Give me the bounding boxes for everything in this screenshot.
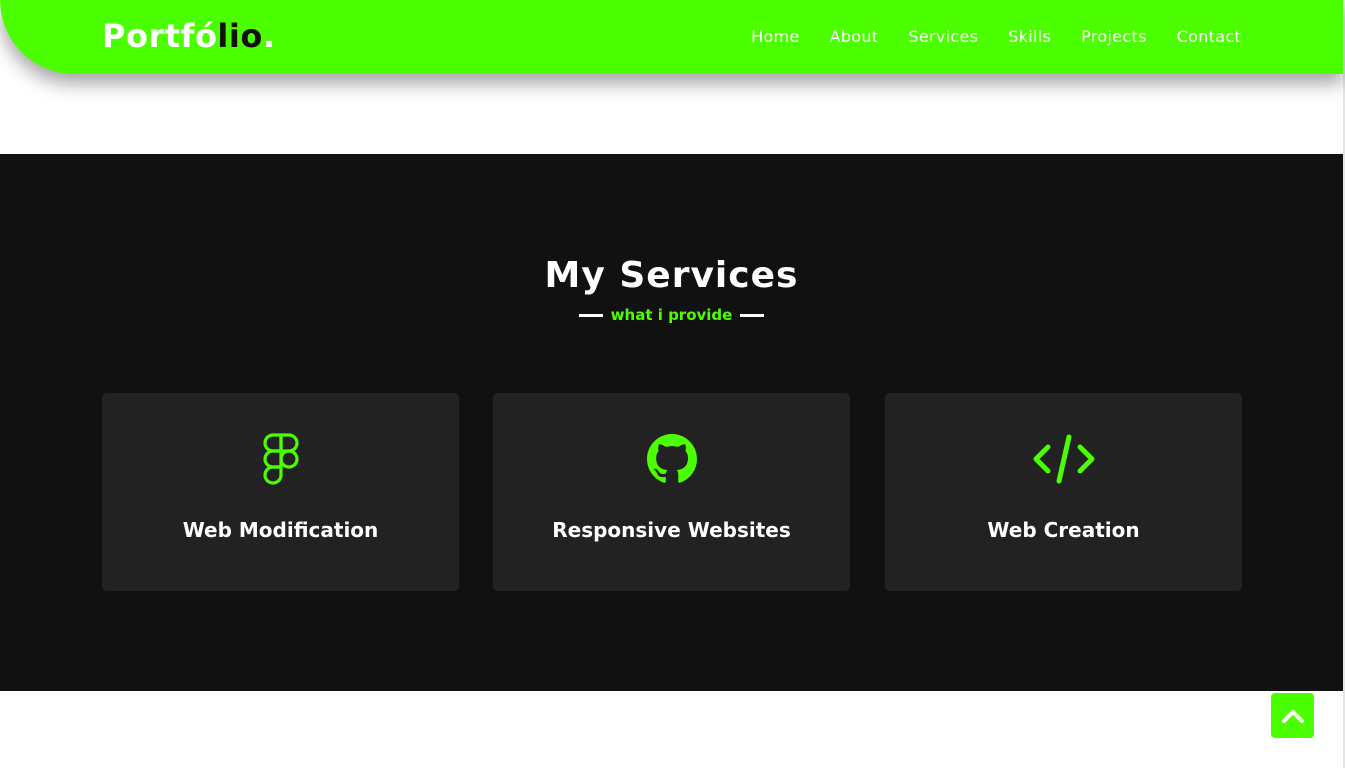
service-card-title: Web Creation	[987, 518, 1140, 542]
service-card-web-modification[interactable]: Web Modification	[102, 393, 459, 591]
logo-text-primary: Portfó	[102, 17, 218, 55]
service-card-web-creation[interactable]: Web Creation	[885, 393, 1242, 591]
site-header: Portfólio. Home About Services Skills Pr…	[0, 0, 1343, 74]
logo-dot: .	[262, 17, 276, 55]
nav-link-home[interactable]: Home	[751, 26, 799, 48]
service-card-title: Responsive Websites	[552, 518, 791, 542]
subtitle-line-left	[578, 313, 603, 317]
nav-link-about[interactable]: About	[830, 26, 879, 48]
service-card-title: Web Modification	[182, 518, 379, 542]
page: Portfólio. Home About Services Skills Pr…	[0, 0, 1345, 768]
subtitle-text: what i provide	[610, 306, 733, 324]
section-subtitle: what i provide	[0, 305, 1343, 325]
nav-link-services[interactable]: Services	[908, 26, 978, 48]
github-icon	[493, 431, 850, 487]
chevron-up-icon	[1281, 709, 1304, 723]
site-logo[interactable]: Portfólio.	[102, 16, 276, 56]
figma-icon	[102, 431, 459, 487]
service-card-responsive-websites[interactable]: Responsive Websites	[493, 393, 850, 591]
section-title: My Services	[544, 255, 799, 296]
nav-link-skills[interactable]: Skills	[1008, 26, 1051, 48]
code-icon	[885, 431, 1242, 487]
back-to-top-button[interactable]	[1271, 693, 1314, 738]
nav-link-projects[interactable]: Projects	[1081, 26, 1146, 48]
nav-link-contact[interactable]: Contact	[1177, 26, 1241, 48]
subtitle-line-right	[740, 313, 765, 317]
services-section: My Services what i provide Web Modificat…	[0, 154, 1343, 691]
logo-text-secondary: lio	[217, 17, 263, 55]
main-nav: Home About Services Skills Projects Cont…	[751, 26, 1241, 48]
